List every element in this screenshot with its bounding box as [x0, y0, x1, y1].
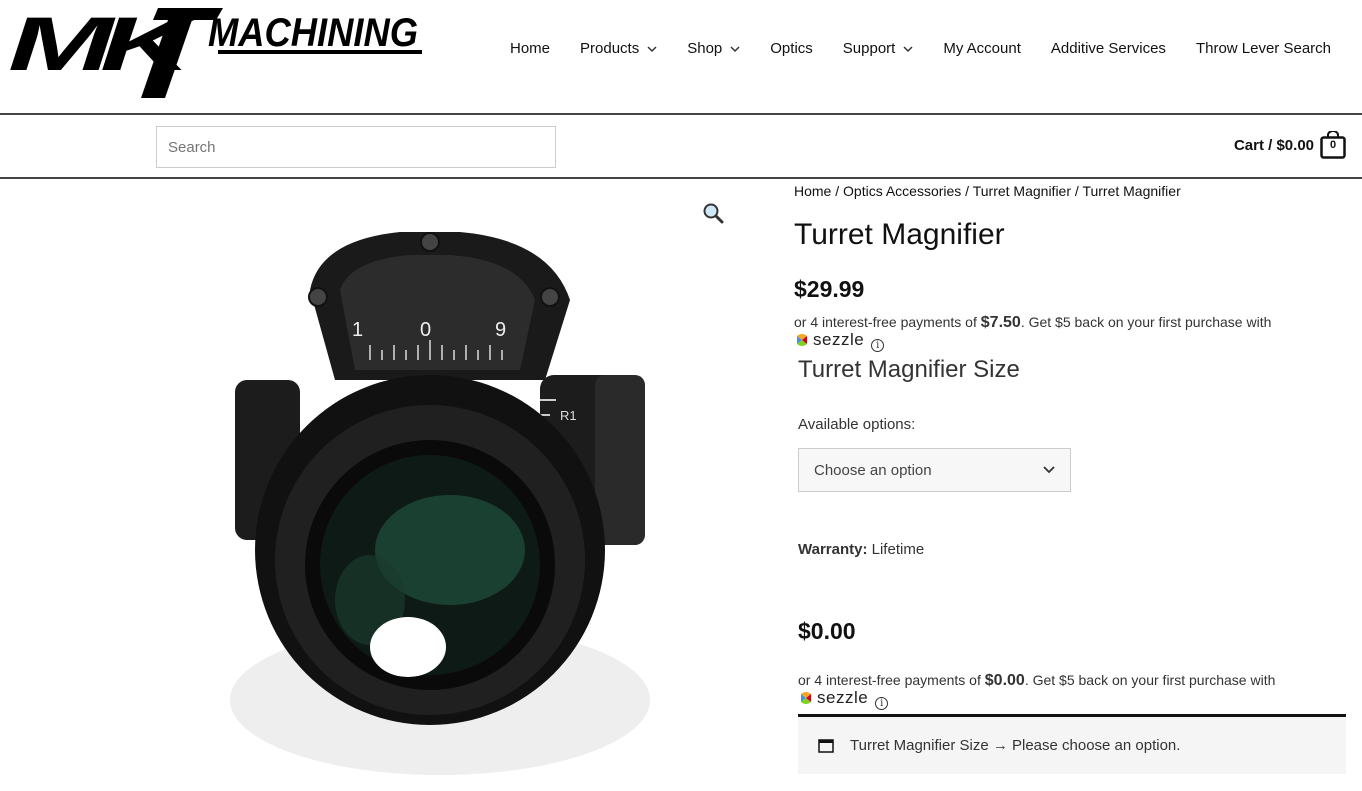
logo-machining: MACHINING [208, 11, 418, 55]
warranty-value: Lifetime [867, 541, 925, 558]
nav-item-label: My Account [943, 40, 1021, 57]
nav-item-label: Additive Services [1050, 40, 1166, 57]
nav-item-home[interactable]: Home [510, 40, 550, 57]
site-logo[interactable]: MK MACHINING [8, 6, 422, 98]
search-bar-row: Cart / $0.00 0 [0, 115, 1362, 179]
breadcrumb-sep: / [1071, 183, 1083, 199]
nav-item-throw-lever-search[interactable]: Throw Lever Search [1196, 40, 1331, 57]
search-input[interactable] [156, 126, 556, 168]
product-image[interactable]: 1 0 9 R1 0 [200, 200, 680, 780]
selection-notice: Turret Magnifier Size → Please choose an… [798, 714, 1346, 774]
available-options-label: Available options: [798, 416, 916, 433]
sezzle-installments: or 4 interest-free payments of $7.50. Ge… [794, 314, 1271, 352]
nav-item-label: Shop [687, 40, 723, 57]
magnifier-icon[interactable] [702, 202, 724, 224]
breadcrumb: Home / Optics Accessories / Turret Magni… [794, 183, 1181, 199]
product-price: $29.99 [794, 276, 865, 302]
sezzle-suffix: . Get $5 back on your first purchase wit… [1024, 672, 1276, 688]
nav-item-label: Optics [770, 40, 813, 57]
nav-item-label: Home [510, 40, 551, 57]
info-icon[interactable]: i [871, 338, 885, 352]
nav-item-label: Throw Lever Search [1195, 40, 1331, 57]
notice-text: Turret Magnifier Size → Please choose an… [850, 737, 1181, 754]
nav-item-optics[interactable]: Optics [770, 40, 813, 57]
breadcrumb-sep: / [831, 183, 844, 199]
chevron-down-icon [647, 45, 657, 52]
sezzle-logo[interactable]: sezzle [794, 331, 864, 348]
breadcrumb-home[interactable]: Home [794, 183, 831, 199]
breadcrumb-parent[interactable]: Turret Magnifier [973, 183, 1071, 199]
cart-count: 0 [1329, 139, 1337, 151]
select-value: Choose an option [814, 461, 932, 479]
svg-text:0: 0 [420, 319, 431, 341]
sezzle-suffix: . Get $5 back on your first purchase wit… [1020, 314, 1272, 330]
warranty-label: Warranty: [798, 541, 868, 558]
sezzle-installments-variation: or 4 interest-free payments of $0.00. Ge… [798, 672, 1275, 710]
sezzle-swirl-icon [801, 691, 811, 704]
shopping-bag-icon: 0 [1320, 130, 1346, 159]
sezzle-amount: $7.50 [980, 314, 1021, 331]
sezzle-prefix: or 4 interest-free payments of [794, 314, 981, 330]
sezzle-prefix: or 4 interest-free payments of [798, 672, 985, 688]
product-title: Turret Magnifier [794, 218, 1005, 251]
svg-text:9: 9 [495, 319, 506, 341]
nav-item-products[interactable]: Products [580, 40, 657, 57]
main-nav: Home Products Shop Optics Support My Account A… [480, 40, 1331, 57]
site-header: MK MACHINING Home Products Shop Optics Suppo… [0, 0, 1362, 115]
sezzle-swirl-icon [797, 333, 807, 346]
svg-text:R1: R1 [560, 408, 577, 423]
chevron-down-icon [730, 45, 740, 52]
info-icon[interactable]: i [875, 696, 889, 710]
breadcrumb-category[interactable]: Optics Accessories [843, 183, 961, 199]
size-select[interactable]: Choose an option [798, 448, 1071, 492]
nav-item-label: Support [842, 40, 896, 57]
variation-title: Turret Magnifier Size [798, 356, 1020, 383]
chevron-down-icon [903, 45, 913, 52]
chevron-down-icon [1043, 466, 1055, 474]
sezzle-brand: sezzle [817, 688, 869, 707]
cart-link[interactable]: Cart / $0.00 0 [1233, 130, 1346, 159]
svg-text:1: 1 [352, 319, 363, 341]
nav-item-my-account[interactable]: My Account [943, 40, 1021, 57]
nav-item-label: Products [580, 40, 640, 57]
nav-item-additive-services[interactable]: Additive Services [1051, 40, 1166, 57]
sezzle-logo[interactable]: sezzle [798, 689, 868, 706]
breadcrumb-current: Turret Magnifier [1082, 183, 1181, 199]
breadcrumb-sep: / [961, 183, 973, 199]
nav-item-shop[interactable]: Shop [687, 40, 740, 57]
window-icon [818, 738, 834, 753]
variation-price: $0.00 [798, 618, 856, 644]
cart-total: Cart / $0.00 [1233, 136, 1314, 154]
warranty-info: Warranty: Lifetime [798, 541, 924, 558]
logo-underline [218, 50, 422, 54]
sezzle-brand: sezzle [813, 330, 865, 349]
sezzle-amount: $0.00 [984, 672, 1025, 689]
nav-item-support[interactable]: Support [843, 40, 914, 57]
